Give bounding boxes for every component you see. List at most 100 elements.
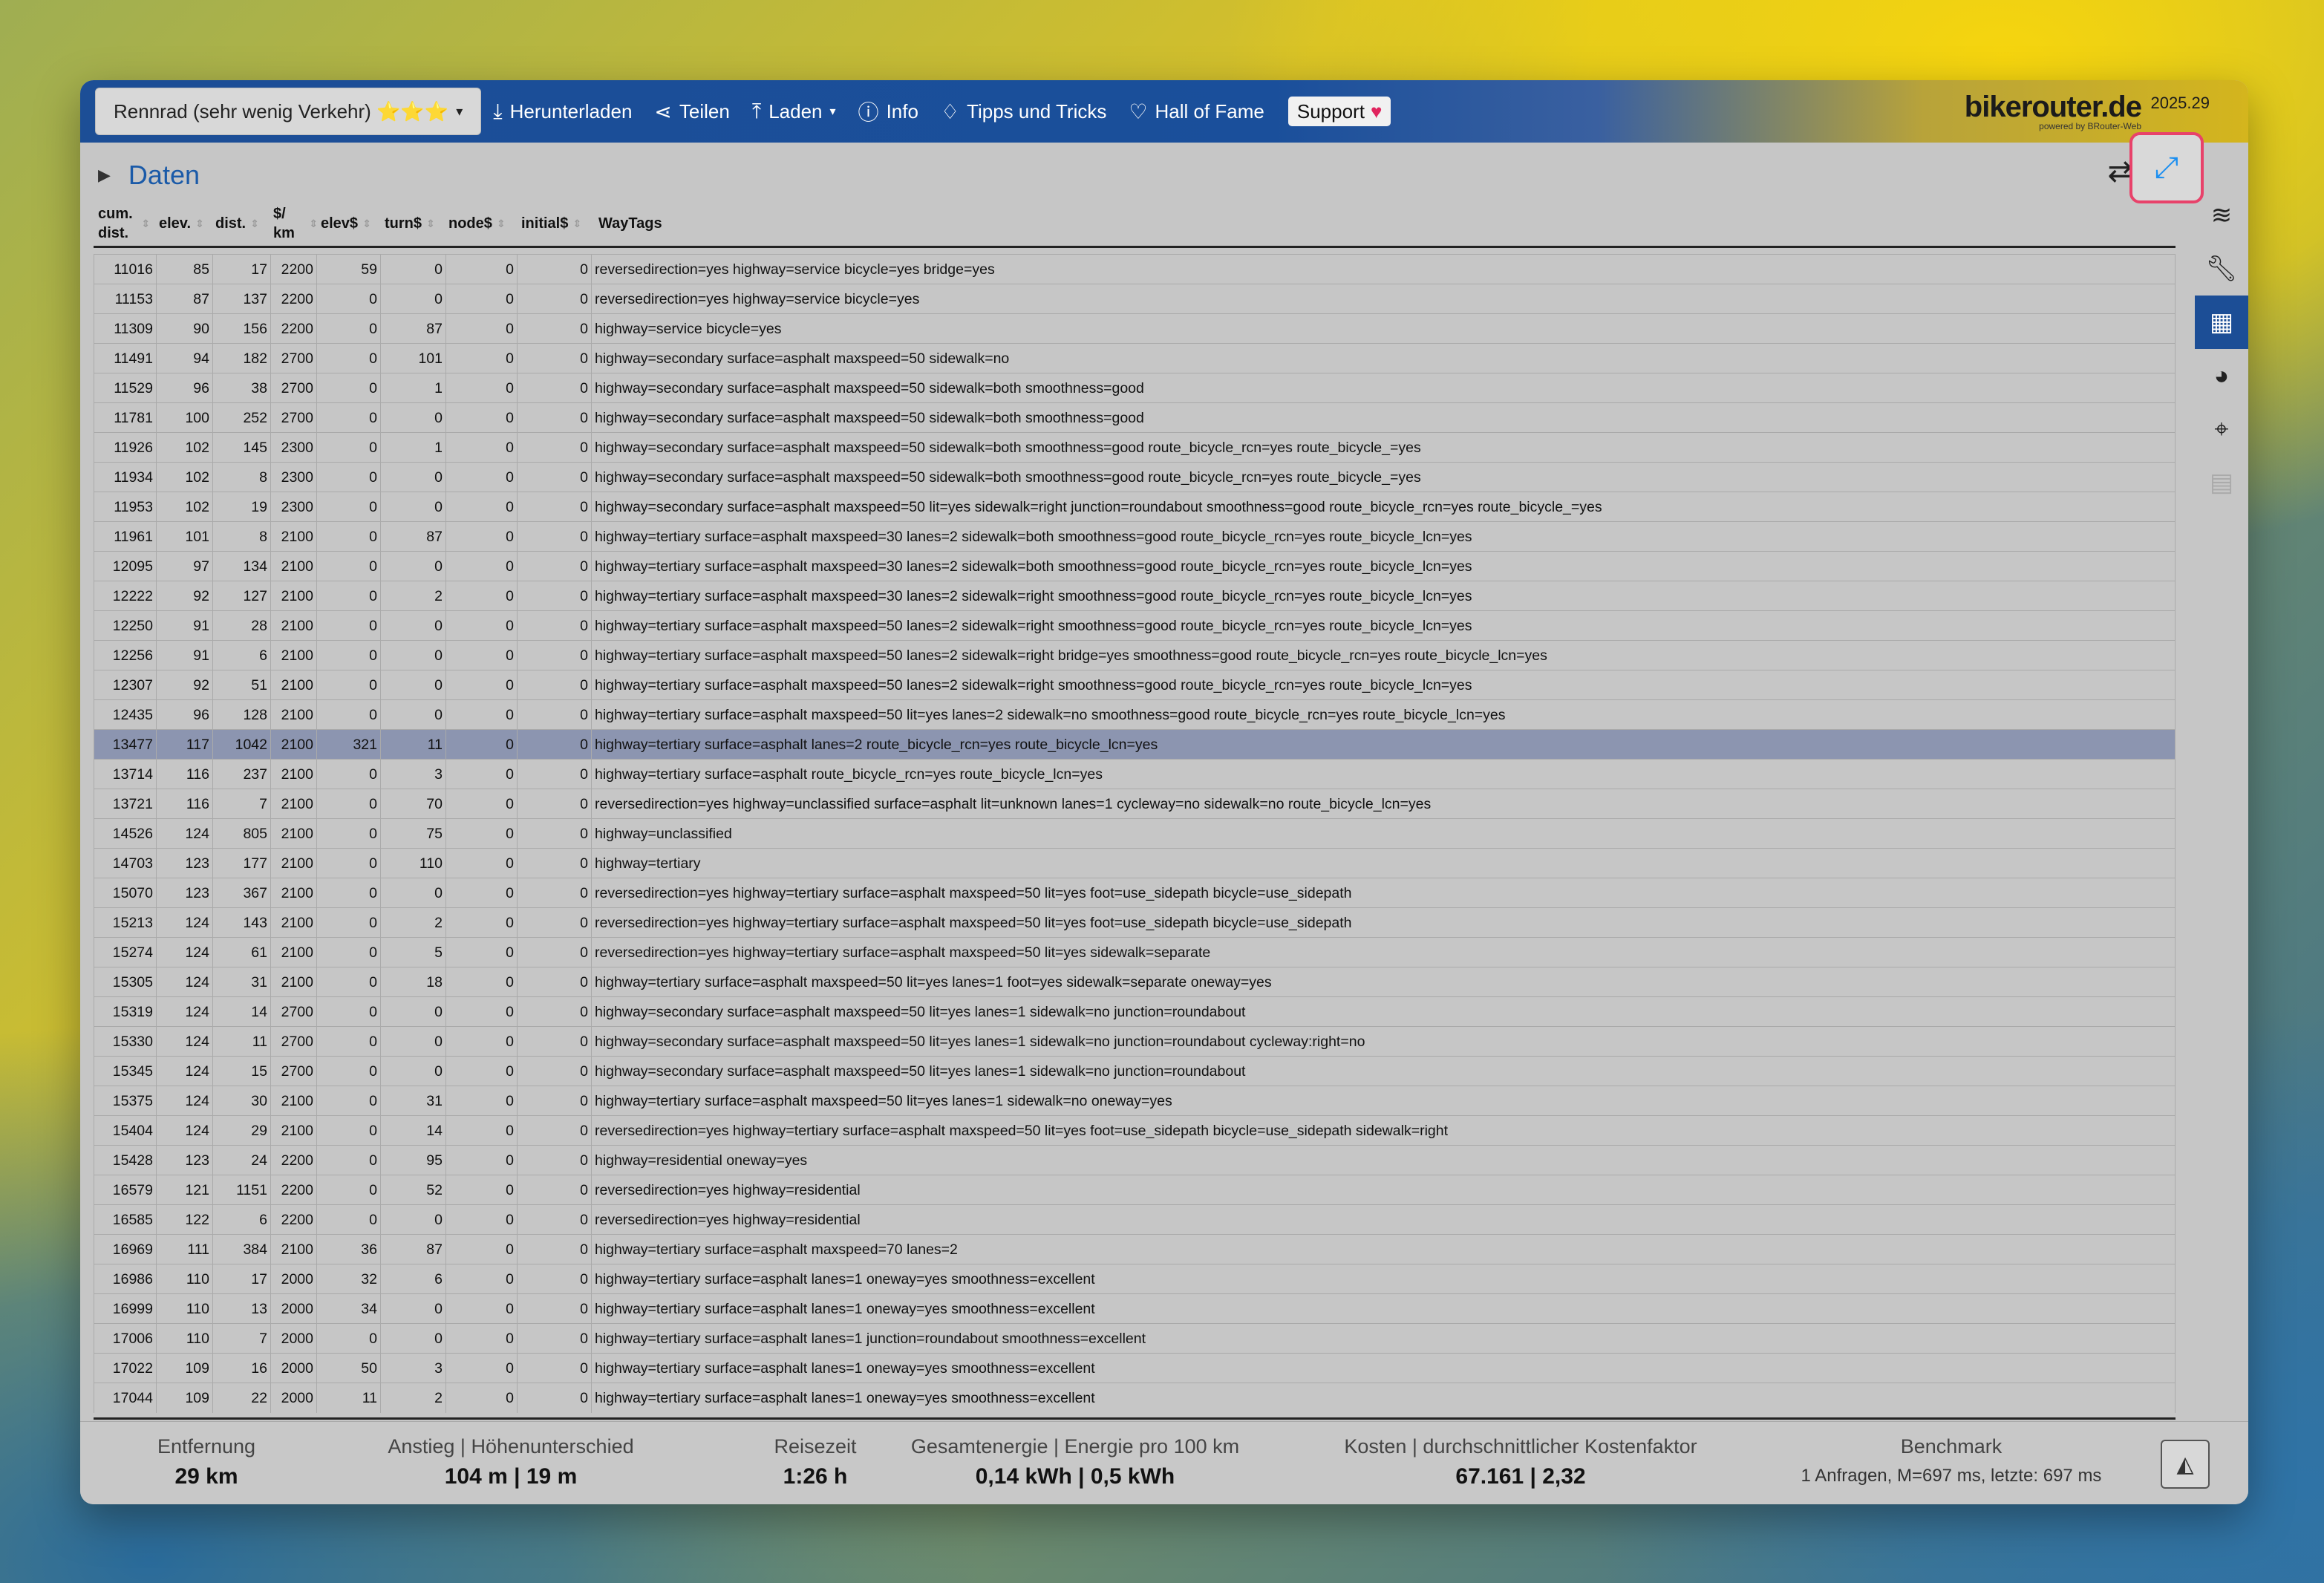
table-row[interactable]: 11781 100 252 2700 0 0 0 0 highway=secondary sur… — [94, 402, 2176, 433]
download-icon: ⤓ — [493, 99, 503, 123]
cell-initial-cost: 0 — [517, 1027, 591, 1057]
cell-elev-cost: 0 — [316, 789, 380, 819]
table-row[interactable]: 11953 102 19 2300 0 0 0 0 highway=secondary surf… — [94, 492, 2176, 522]
info-button[interactable]: ⓘ Info — [858, 97, 918, 126]
cell-dist: 22 — [212, 1383, 270, 1413]
cell-waytags: highway=secondary surface=asphalt maxspe… — [591, 997, 2176, 1027]
cell-waytags: highway=tertiary surface=asphalt lanes=1… — [591, 1324, 2176, 1354]
cell-dist: 182 — [212, 344, 270, 373]
cell-waytags: reversedirection=yes highway=tertiary su… — [591, 878, 2176, 908]
table-row[interactable]: 15375 124 30 2100 0 31 0 0 highway=tertiary surf… — [94, 1086, 2176, 1116]
cell-elev-cost: 0 — [316, 552, 380, 581]
table-row[interactable]: 11934 102 8 2300 0 0 0 0 highway=secondary surfa… — [94, 462, 2176, 492]
col-elev-cost[interactable]: elev$ ⇕ — [321, 199, 380, 248]
swap-arrows-icon[interactable]: ⇄ — [2107, 154, 2132, 189]
cell-elev: 102 — [156, 492, 212, 522]
table-icon[interactable]: ▦ — [2195, 296, 2248, 349]
table-row[interactable]: 12095 97 134 2100 0 0 0 0 highway=tertiary surfa… — [94, 551, 2176, 581]
cell-turn-cost: 95 — [380, 1146, 445, 1175]
col-node-cost[interactable]: node$ ⇕ — [448, 199, 515, 248]
cell-dist: 156 — [212, 314, 270, 344]
sort-icon: ⇕ — [496, 217, 506, 229]
layers-icon[interactable]: ≋ — [2195, 189, 2248, 242]
table-row[interactable]: 11016 85 17 2200 59 0 0 0 reversedirection=yes h… — [94, 254, 2176, 284]
cell-cost-per-km: 2100 — [270, 522, 316, 552]
pie-chart-icon[interactable]: ◕ — [2195, 349, 2248, 402]
cell-cum-dist: 13714 — [94, 760, 156, 789]
cell-turn-cost: 1 — [380, 373, 445, 403]
cell-elev: 109 — [156, 1383, 212, 1413]
collapse-triangle-icon[interactable]: ▶ — [98, 166, 111, 185]
elevation-chart-button[interactable]: ◭ — [2161, 1440, 2210, 1489]
table-row[interactable]: 11529 96 38 2700 0 1 0 0 highway=secondary surfa… — [94, 373, 2176, 403]
table-row[interactable]: 12250 91 28 2100 0 0 0 0 highway=tertiary surfac… — [94, 610, 2176, 641]
cell-cost-per-km: 2000 — [270, 1383, 316, 1413]
table-row[interactable]: 12435 96 128 2100 0 0 0 0 highway=tertiary surfa… — [94, 699, 2176, 730]
col-cost-per-km[interactable]: $/ km ⇕ — [273, 199, 318, 248]
table-row[interactable]: 16585 122 6 2200 0 0 0 0 reversedirection=yes hi… — [94, 1204, 2176, 1235]
hall-of-fame-button[interactable]: ♡ Hall of Fame — [1129, 99, 1264, 124]
tips-button[interactable]: ♢ Tipps und Tricks — [941, 99, 1106, 124]
table-row[interactable]: 17006 110 7 2000 0 0 0 0 highway=tertiary surfac… — [94, 1323, 2176, 1354]
table-row[interactable]: 13477 117 1042 2100 321 11 0 0 highway=tertiary … — [94, 729, 2176, 760]
table-row[interactable]: 16579 121 1151 2200 0 52 0 0 reversedirection=ye… — [94, 1175, 2176, 1205]
load-button[interactable]: ⤒ Laden ▾ — [752, 99, 836, 124]
table-row[interactable]: 11491 94 182 2700 0 101 0 0 highway=secondary su… — [94, 343, 2176, 373]
col-cum-dist[interactable]: cum. dist. ⇕ — [98, 199, 150, 248]
table-row[interactable]: 16986 110 17 2000 32 6 0 0 highway=tertiary surf… — [94, 1264, 2176, 1294]
table-row[interactable]: 11309 90 156 2200 0 87 0 0 highway=service bicyc… — [94, 313, 2176, 344]
wrench-icon[interactable]: 🔧︎ — [2195, 242, 2248, 296]
table-row[interactable]: 12222 92 127 2100 0 2 0 0 highway=tertiary surfa… — [94, 581, 2176, 611]
table-row[interactable]: 15330 124 11 2700 0 0 0 0 highway=secondary surf… — [94, 1026, 2176, 1057]
cell-waytags: highway=tertiary surface=asphalt maxspee… — [591, 670, 2176, 700]
col-turn-cost[interactable]: turn$ ⇕ — [385, 199, 451, 248]
table-row[interactable]: 13721 116 7 2100 0 70 0 0 reversedirection=yes h… — [94, 789, 2176, 819]
sort-icon: ⇕ — [362, 217, 371, 229]
table-row[interactable]: 15428 123 24 2200 0 95 0 0 highway=residential o… — [94, 1145, 2176, 1175]
table-row[interactable]: 12307 92 51 2100 0 0 0 0 highway=tertiary surfac… — [94, 670, 2176, 700]
table-row[interactable]: 13714 116 237 2100 0 3 0 0 highway=tertiary surf… — [94, 759, 2176, 789]
cell-turn-cost: 0 — [380, 1324, 445, 1354]
table-row[interactable]: 11153 87 137 2200 0 0 0 0 reversedirection=yes h… — [94, 284, 2176, 314]
support-button[interactable]: Support ♥ — [1287, 97, 1391, 126]
table-row[interactable]: 16969 111 384 2100 36 87 0 0 highway=tertiary su… — [94, 1234, 2176, 1264]
table-row[interactable]: 17022 109 16 2000 50 3 0 0 highway=tertiary surf… — [94, 1353, 2176, 1383]
notes-icon[interactable]: ▤ — [2195, 456, 2248, 509]
table-row[interactable]: 16999 110 13 2000 34 0 0 0 highway=tertiary surf… — [94, 1293, 2176, 1324]
table-row[interactable]: 17044 109 22 2000 11 2 0 0 highway=tertiary surf… — [94, 1383, 2176, 1413]
table-row[interactable]: 15345 124 15 2700 0 0 0 0 highway=secondary surf… — [94, 1056, 2176, 1086]
profile-select[interactable]: Rennrad (sehr wenig Verkehr) ⭐⭐⭐ ▾ — [95, 88, 482, 135]
col-initial-cost[interactable]: initial$ ⇕ — [521, 199, 603, 248]
download-button[interactable]: ⤓ Herunterladen — [493, 99, 632, 124]
cell-elev-cost: 0 — [316, 433, 380, 463]
col-elev[interactable]: elev. ⇕ — [159, 199, 211, 248]
cell-turn-cost: 18 — [380, 967, 445, 997]
load-label: Laden — [768, 99, 823, 123]
table-row[interactable]: 11926 102 145 2300 0 1 0 0 highway=secondary sur… — [94, 432, 2176, 463]
data-panel-header[interactable]: ▶ Daten — [98, 151, 200, 199]
col-label: dist. — [215, 215, 247, 232]
table-row[interactable]: 15070 123 367 2100 0 0 0 0 reversedirection=yes … — [94, 878, 2176, 908]
table-row[interactable]: 14526 124 805 2100 0 75 0 0 highway=unclassified — [94, 818, 2176, 849]
table-row[interactable]: 15305 124 31 2100 0 18 0 0 highway=tertiary surf… — [94, 967, 2176, 997]
cell-turn-cost: 87 — [380, 522, 445, 552]
table-row[interactable]: 15213 124 143 2100 0 2 0 0 reversedirection=yes … — [94, 907, 2176, 938]
fullscreen-button[interactable]: ⤢ — [2129, 132, 2204, 203]
table-row[interactable]: 11961 101 8 2100 0 87 0 0 highway=tertiary surfa… — [94, 521, 2176, 552]
table-row[interactable]: 15404 124 29 2100 0 14 0 0 reversedirection=yes … — [94, 1115, 2176, 1146]
col-dist[interactable]: dist. ⇕ — [215, 199, 267, 248]
col-waytags[interactable]: WayTags — [598, 199, 747, 248]
cell-elev: 100 — [156, 403, 212, 433]
table-row[interactable]: 15274 124 61 2100 0 5 0 0 reversedirection=yes h… — [94, 937, 2176, 967]
cell-waytags: reversedirection=yes highway=tertiary su… — [591, 1116, 2176, 1146]
table-row[interactable]: 12256 91 6 2100 0 0 0 0 highway=tertiary surface… — [94, 640, 2176, 670]
cell-dist: 237 — [212, 760, 270, 789]
cell-elev: 124 — [156, 997, 212, 1027]
brand-logo[interactable]: bikerouter.de powered by BRouter-Web — [1965, 91, 2142, 131]
share-button[interactable]: ⋖ Teilen — [654, 99, 729, 124]
table-row[interactable]: 14703 123 177 2100 0 110 0 0 highway=tertiary — [94, 848, 2176, 878]
map-pin-icon[interactable]: ⌖ — [2195, 402, 2248, 456]
sort-icon: ⇕ — [572, 217, 582, 229]
cell-elev-cost: 0 — [316, 1116, 380, 1146]
table-row[interactable]: 15319 124 14 2700 0 0 0 0 highway=secondary surf… — [94, 996, 2176, 1027]
